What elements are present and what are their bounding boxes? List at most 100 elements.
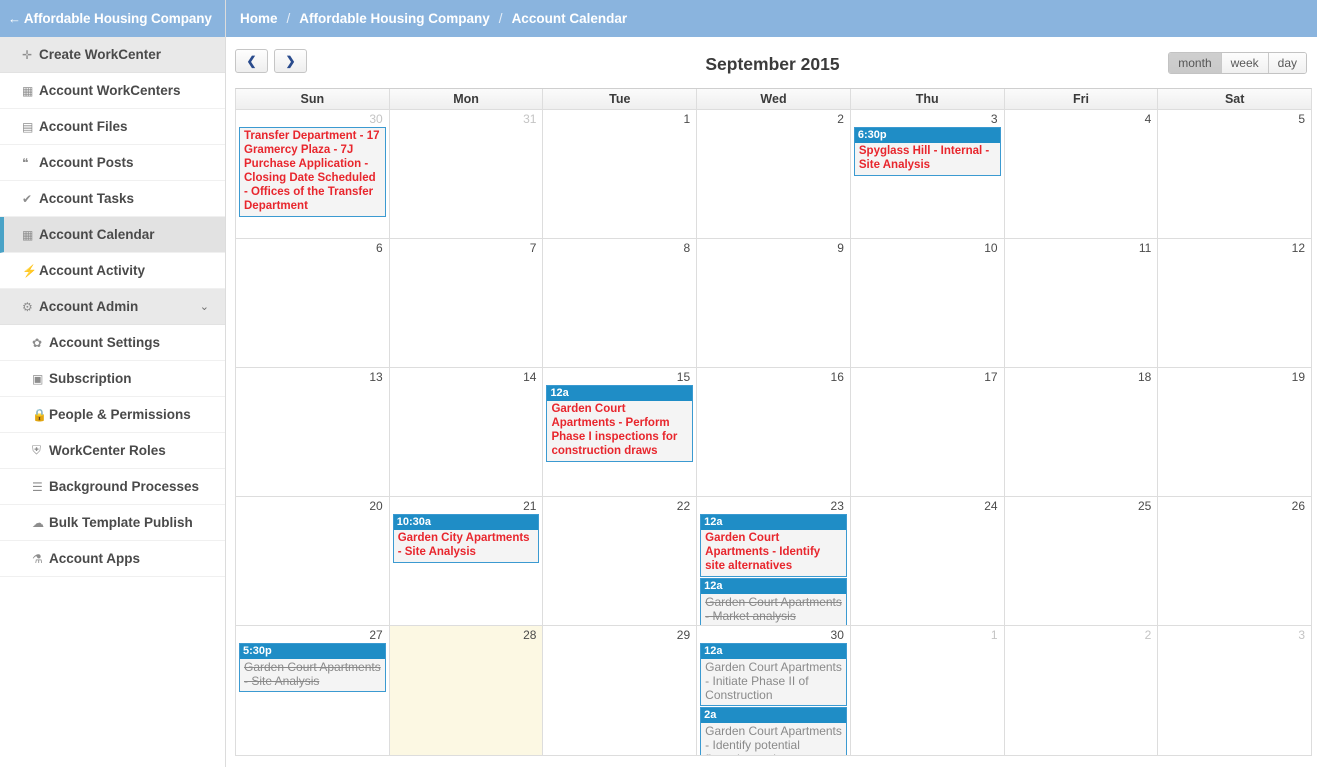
day-number[interactable]: 10 <box>853 240 1002 256</box>
calendar-event[interactable]: 2a Garden Court Apartments - Identify pot… <box>700 707 847 755</box>
calendar-event[interactable]: 5:30p Garden Court Apartments - Site Anal… <box>239 643 386 692</box>
day-number[interactable]: 20 <box>238 498 387 514</box>
day-number[interactable]: 29 <box>545 627 694 643</box>
day-number[interactable]: 1 <box>853 627 1002 643</box>
calendar-day-cell[interactable]: 22 <box>543 497 698 625</box>
sidebar-header[interactable]: ← Affordable Housing Company <box>0 0 225 37</box>
calendar-day-cell[interactable]: 5 <box>1158 110 1311 238</box>
day-number[interactable]: 16 <box>699 369 848 385</box>
day-number[interactable]: 2 <box>1007 627 1156 643</box>
day-number[interactable]: 5 <box>1160 111 1309 127</box>
calendar-day-cell[interactable]: 10 <box>851 239 1005 367</box>
calendar-day-cell[interactable]: 17 <box>851 368 1005 496</box>
calendar-day-cell[interactable]: 13 <box>236 368 390 496</box>
calendar-day-cell[interactable]: 14 <box>390 368 544 496</box>
sidebar-item-create-workcenter[interactable]: ✛ Create WorkCenter <box>0 37 225 73</box>
day-number[interactable]: 8 <box>545 240 694 256</box>
sidebar-item-people-permissions[interactable]: 🔒 People & Permissions <box>0 397 225 433</box>
day-number[interactable]: 23 <box>699 498 848 514</box>
calendar-day-cell[interactable]: 6 <box>236 239 390 367</box>
day-number[interactable]: 1 <box>545 111 694 127</box>
day-number[interactable]: 30 <box>699 627 848 643</box>
day-number[interactable]: 26 <box>1160 498 1309 514</box>
calendar-event[interactable]: 12a Garden Court Apartments - Market anal… <box>700 578 847 625</box>
day-number[interactable]: 2 <box>699 111 848 127</box>
calendar-event[interactable]: 12a Garden Court Apartments - Identify si… <box>700 514 847 577</box>
calendar-day-cell[interactable]: 21 10:30a Garden City Apartments - Site An… <box>390 497 544 625</box>
calendar-day-cell[interactable]: 2 <box>1005 626 1159 755</box>
calendar-event[interactable]: Transfer Department - 17 Gramercy Plaza … <box>239 127 386 217</box>
calendar-day-cell[interactable]: 8 <box>543 239 698 367</box>
sidebar-item-subscription[interactable]: ▣ Subscription <box>0 361 225 397</box>
calendar-event[interactable]: 6:30p Spyglass Hill - Internal - Site Ana… <box>853 127 1001 176</box>
sidebar-item-account-calendar[interactable]: ▦ Account Calendar <box>0 217 225 253</box>
sidebar-item-workcenter-roles[interactable]: ⛨ WorkCenter Roles <box>0 433 225 469</box>
calendar-day-cell[interactable]: 15 12a Garden Court Apartments - Perform P… <box>543 368 698 496</box>
calendar-day-cell[interactable]: 12 <box>1158 239 1311 367</box>
day-number[interactable]: 12 <box>1160 240 1309 256</box>
sidebar-item-account-files[interactable]: ▤ Account Files <box>0 109 225 145</box>
breadcrumb-home[interactable]: Home <box>240 11 278 26</box>
prev-month-button[interactable]: ❮ <box>235 49 268 73</box>
day-number[interactable]: 28 <box>392 627 541 643</box>
calendar-day-cell[interactable]: 9 <box>697 239 851 367</box>
day-number[interactable]: 6 <box>238 240 387 256</box>
day-number[interactable]: 11 <box>1007 240 1156 256</box>
day-number[interactable]: 18 <box>1007 369 1156 385</box>
calendar-day-cell[interactable]: 25 <box>1005 497 1159 625</box>
sidebar-item-account-settings[interactable]: ✿ Account Settings <box>0 325 225 361</box>
calendar-day-cell[interactable]: 26 <box>1158 497 1311 625</box>
view-button-week[interactable]: week <box>1221 53 1269 73</box>
day-number[interactable]: 17 <box>853 369 1002 385</box>
calendar-event[interactable]: 10:30a Garden City Apartments - Site Anal… <box>392 514 540 563</box>
calendar-day-cell[interactable]: 30 12a Garden Court Apartments - Initiate … <box>697 626 851 755</box>
day-number[interactable]: 13 <box>238 369 387 385</box>
day-number[interactable]: 30 <box>238 111 387 127</box>
calendar-day-cell[interactable]: 3 <box>1158 626 1311 755</box>
chevron-down-icon[interactable]: ⌄ <box>200 300 209 313</box>
sidebar-item-account-workcenters[interactable]: ▦ Account WorkCenters <box>0 73 225 109</box>
calendar-day-cell[interactable]: 29 <box>543 626 698 755</box>
sidebar-item-account-tasks[interactable]: ✔ Account Tasks <box>0 181 225 217</box>
day-number[interactable]: 3 <box>853 111 1002 127</box>
calendar-day-cell[interactable]: 3 6:30p Spyglass Hill - Internal - Site An… <box>851 110 1005 238</box>
day-number[interactable]: 7 <box>392 240 541 256</box>
calendar-day-cell[interactable]: 16 <box>697 368 851 496</box>
calendar-day-cell[interactable]: 30 Transfer Department - 17 Gramercy Plaz… <box>236 110 390 238</box>
calendar-day-cell[interactable]: 23 12a Garden Court Apartments - Identify … <box>697 497 851 625</box>
view-button-day[interactable]: day <box>1268 53 1306 73</box>
sidebar-item-account-apps[interactable]: ⚗ Account Apps <box>0 541 225 577</box>
sidebar-item-bulk-template-publish[interactable]: ☁ Bulk Template Publish <box>0 505 225 541</box>
calendar-event[interactable]: 12a Garden Court Apartments - Initiate Ph… <box>700 643 847 706</box>
calendar-day-cell[interactable]: 28 <box>389 626 544 755</box>
day-number[interactable]: 22 <box>545 498 694 514</box>
next-month-button[interactable]: ❯ <box>274 49 307 73</box>
calendar-day-cell[interactable]: 2 <box>697 110 851 238</box>
calendar-day-cell[interactable]: 1 <box>851 626 1005 755</box>
sidebar-item-account-posts[interactable]: ❝ Account Posts <box>0 145 225 181</box>
calendar-day-cell[interactable]: 11 <box>1005 239 1159 367</box>
calendar-day-cell[interactable]: 19 <box>1158 368 1311 496</box>
day-number[interactable]: 9 <box>699 240 848 256</box>
day-number[interactable]: 24 <box>853 498 1002 514</box>
calendar-day-cell[interactable]: 18 <box>1005 368 1159 496</box>
sidebar-item-account-activity[interactable]: ⚡ Account Activity <box>0 253 225 289</box>
back-arrow-icon[interactable]: ← <box>8 12 21 25</box>
calendar-day-cell[interactable]: 31 <box>390 110 544 238</box>
day-number[interactable]: 31 <box>392 111 541 127</box>
day-number[interactable]: 25 <box>1007 498 1156 514</box>
day-number[interactable]: 4 <box>1007 111 1156 127</box>
calendar-day-cell[interactable]: 20 <box>236 497 390 625</box>
day-number[interactable]: 19 <box>1160 369 1309 385</box>
day-number[interactable]: 27 <box>238 627 387 643</box>
day-number[interactable]: 3 <box>1160 627 1309 643</box>
breadcrumb-account[interactable]: Affordable Housing Company <box>299 11 490 26</box>
calendar-event[interactable]: 12a Garden Court Apartments - Perform Pha… <box>546 385 694 462</box>
day-number[interactable]: 15 <box>545 369 694 385</box>
calendar-day-cell[interactable]: 24 <box>851 497 1005 625</box>
calendar-day-cell[interactable]: 1 <box>543 110 698 238</box>
sidebar-item-background-processes[interactable]: ☰ Background Processes <box>0 469 225 505</box>
calendar-day-cell[interactable]: 7 <box>390 239 544 367</box>
calendar-day-cell[interactable]: 27 5:30p Garden Court Apartments - Site An… <box>236 626 390 755</box>
day-number[interactable]: 14 <box>392 369 541 385</box>
